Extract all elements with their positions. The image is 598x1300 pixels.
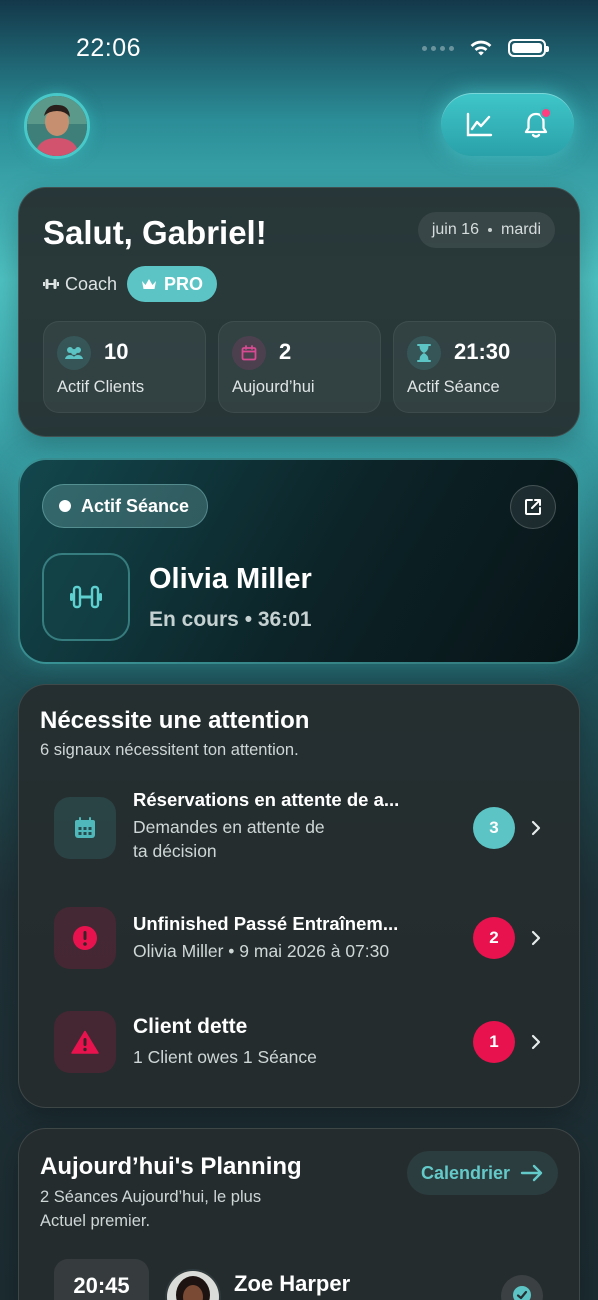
avatar-photo-icon <box>27 96 87 156</box>
planning-subtitle-line1: 2 Séances Aujourd’hui, le plus <box>40 1188 262 1206</box>
calendar-icon <box>232 336 266 370</box>
signal-icon <box>422 45 454 51</box>
planning-subtitle-line2: Actuel premier. <box>40 1212 151 1230</box>
arrow-right-icon <box>520 1164 543 1182</box>
session-client-name: Zoe Harper <box>234 1271 351 1296</box>
planning-card: Aujourd’hui's Planning 2 Séances Aujourd… <box>18 1128 580 1300</box>
client-avatar <box>165 1269 221 1300</box>
attention-item-title: Client dette <box>133 1015 248 1038</box>
pro-badge-label: PRO <box>164 273 204 294</box>
dumbbell-icon <box>70 585 102 609</box>
session-client-name: Olivia Miller <box>149 563 312 595</box>
calendar-button-label: Calendrier <box>420 1162 510 1183</box>
role-label: Coach <box>43 274 117 295</box>
attention-item-desc: ta décision <box>133 841 217 861</box>
attention-item-desc: Olivia Miller • 9 mai 2026 à 07:30 <box>133 941 390 961</box>
avatar-photo-icon <box>167 1271 219 1300</box>
session-check-button[interactable] <box>501 1275 543 1300</box>
role-row: Coach PRO <box>43 266 218 302</box>
alert-circle-icon <box>54 907 116 969</box>
users-icon <box>57 336 91 370</box>
count-badge: 3 <box>473 807 515 849</box>
date-day: juin 16 <box>431 221 479 238</box>
chevron-right-icon <box>531 1034 541 1050</box>
attention-item-client-debt[interactable]: Client dette 1 Client owes 1 Séance 1 <box>19 1001 581 1091</box>
attention-item-desc: 1 Client owes 1 Séance <box>133 1047 317 1067</box>
chart-icon <box>467 112 493 136</box>
session-status: En cours • 36:01 <box>149 608 312 631</box>
check-circle-icon <box>513 1286 531 1300</box>
date-chip: juin 16 mardi <box>417 212 555 248</box>
attention-card: Nécessite une attention 6 signaux nécess… <box>18 684 580 1108</box>
chevron-right-icon <box>531 930 541 946</box>
attention-item-unfinished-workout[interactable]: Unfinished Passé Entraînem... Olivia Mil… <box>19 895 581 985</box>
count-badge: 1 <box>473 1021 515 1063</box>
attention-title: Nécessite une attention <box>40 707 310 734</box>
planning-title: Aujourd’hui's Planning <box>40 1153 302 1180</box>
separator-dot <box>487 228 492 232</box>
notification-dot <box>539 106 552 119</box>
stat-active-clients[interactable]: 10 Actif Clients <box>43 321 206 413</box>
dumbbell-icon <box>43 279 59 289</box>
session-workout-icon-box <box>42 553 130 641</box>
notifications-button[interactable] <box>514 103 558 147</box>
active-session-card[interactable]: Actif Séance Olivia Miller En cours • 36… <box>18 458 580 664</box>
wifi-icon <box>470 40 492 56</box>
active-session-badge: Actif Séance <box>42 484 209 528</box>
attention-subtitle: 6 signaux nécessitent ton attention. <box>40 741 299 759</box>
calendar-button[interactable]: Calendrier <box>406 1151 558 1195</box>
open-session-button[interactable] <box>510 485 556 529</box>
attention-item-desc: Demandes en attente de <box>133 817 325 837</box>
battery-icon <box>508 39 549 57</box>
greeting-card: Salut, Gabriel! juin 16 mardi Coach PRO <box>18 187 580 437</box>
analytics-button[interactable] <box>457 103 501 147</box>
live-indicator-icon <box>59 500 71 512</box>
calendar-icon <box>54 797 116 859</box>
stat-today[interactable]: 2 Aujourd’hui <box>218 321 381 413</box>
active-session-badge-label: Actif Séance <box>81 495 190 516</box>
stat-value: 21:30 <box>454 339 511 364</box>
stat-value: 10 <box>104 339 129 364</box>
stat-label: Aujourd’hui <box>232 378 315 396</box>
count-badge: 2 <box>473 917 515 959</box>
attention-item-title: Unfinished Passé Entraînem... <box>133 913 399 934</box>
external-link-icon <box>525 499 541 515</box>
top-actions <box>441 93 574 156</box>
attention-item-title: Réservations en attente de a... <box>133 789 400 810</box>
hourglass-icon <box>407 336 441 370</box>
warning-triangle-icon <box>54 1011 116 1073</box>
profile-avatar[interactable] <box>24 93 90 159</box>
status-indicators <box>422 38 549 58</box>
date-weekday: mardi <box>500 221 541 238</box>
pro-badge: PRO <box>127 266 218 302</box>
stat-active-session[interactable]: 21:30 Actif Séance <box>393 321 556 413</box>
stat-label: Actif Clients <box>57 378 145 396</box>
role-text: Coach <box>65 273 118 294</box>
session-time: 20:45 <box>54 1259 149 1300</box>
status-time: 22:06 <box>76 34 142 62</box>
chevron-right-icon <box>531 820 541 836</box>
stat-value: 2 <box>279 339 292 364</box>
crown-icon <box>142 278 157 289</box>
greeting-title: Salut, Gabriel! <box>43 214 267 251</box>
attention-item-pending-bookings[interactable]: Réservations en attente de a... Demandes… <box>19 781 581 881</box>
stat-label: Actif Séance <box>407 378 500 396</box>
